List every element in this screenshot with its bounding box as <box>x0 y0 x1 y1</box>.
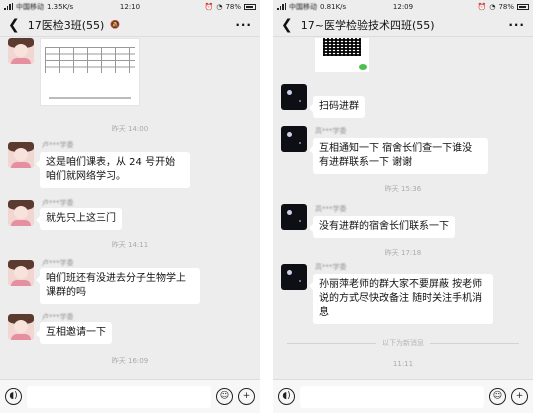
avatar[interactable] <box>8 260 34 286</box>
wechat-icon <box>359 64 367 70</box>
message-bubble[interactable]: 这是咱们课表，从 24 号开始咱们就网络学习。 <box>36 152 190 188</box>
timestamp: 11:11 <box>392 360 414 368</box>
emoji-icon[interactable]: ☺ <box>489 388 506 405</box>
avatar[interactable] <box>8 38 34 64</box>
sender-name: 高***学委 <box>315 263 347 271</box>
avatar[interactable] <box>8 314 34 340</box>
chat-header: ❮ 17~医学检验技术四班(55) ··· <box>273 13 533 37</box>
qr-code-image-message[interactable] <box>315 38 369 72</box>
carrier-label: 中国移动 <box>289 2 317 11</box>
battery-percent: 78% <box>498 2 514 11</box>
sender-name: 高***学委 <box>315 127 347 135</box>
wifi-icon: ◔ <box>216 2 223 11</box>
timestamp: 昨天 16:09 <box>111 357 149 365</box>
back-icon[interactable]: ❮ <box>281 18 293 32</box>
signal-icon <box>4 3 13 10</box>
back-icon[interactable]: ❮ <box>8 18 20 32</box>
network-speed: 1.35K/s <box>47 2 74 11</box>
timestamp: 昨天 17:18 <box>384 249 422 257</box>
avatar[interactable] <box>281 84 307 110</box>
timestamp: 昨天 14:00 <box>111 125 149 133</box>
status-bar: 中国移动 1.35K/s 12:10 ⏰ ◔ 78% <box>0 0 260 13</box>
message-bubble[interactable]: 扫码进群 <box>309 96 365 118</box>
message-bubble[interactable]: 咱们班还有没进去分子生物学上课群的吗 <box>36 268 200 304</box>
message-bubble[interactable]: 孙丽萍老师的群大家不要屏蔽 按老师说的方式尽快改备注 随时关注手机消息 <box>309 274 493 324</box>
timestamp: 昨天 14:11 <box>111 241 149 249</box>
timestamp: 昨天 15:36 <box>384 185 422 193</box>
voice-icon[interactable]: ◖) <box>5 388 22 405</box>
chat-header: ❮ 17医检3班(55) 🔕 ··· <box>0 13 260 37</box>
left-chat-screen: 中国移动 1.35K/s 12:10 ⏰ ◔ 78% ❮ 17医检3班(55) … <box>0 0 260 413</box>
new-messages-divider: 以下为新消息 <box>287 338 519 348</box>
right-chat-screen: 中国移动 0.81K/s 12:09 ⏰ ◔ 78% ❮ 17~医学检验技术四班… <box>273 0 533 413</box>
new-messages-label: 以下为新消息 <box>382 339 424 347</box>
chat-title: 17医检3班(55) <box>27 18 105 32</box>
battery-percent: 78% <box>225 2 241 11</box>
input-bar: ◖) ☺ + <box>273 379 533 413</box>
schedule-table-image <box>45 47 135 73</box>
sender-name: 高***学委 <box>315 205 347 213</box>
status-bar: 中国移动 0.81K/s 12:09 ⏰ ◔ 78% <box>273 0 533 13</box>
message-input[interactable] <box>300 385 484 408</box>
schedule-image-message[interactable] <box>40 38 140 106</box>
emoji-icon[interactable]: ☺ <box>216 388 233 405</box>
mute-icon: 🔕 <box>110 20 121 29</box>
avatar[interactable] <box>281 204 307 230</box>
message-bubble[interactable]: 没有进群的宿舍长们联系一下 <box>309 216 455 238</box>
alarm-icon: ⏰ <box>477 2 487 11</box>
sender-name: 卢***学委 <box>42 313 74 321</box>
message-bubble[interactable]: 就先只上这三门 <box>36 208 122 230</box>
schedule-caption <box>49 97 131 99</box>
signal-icon <box>277 3 286 10</box>
wifi-icon: ◔ <box>489 2 496 11</box>
message-list[interactable]: 昨天 14:00 卢***学委 这是咱们课表，从 24 号开始咱们就网络学习。 … <box>0 38 260 379</box>
qr-code-image <box>323 38 361 56</box>
message-bubble[interactable]: 互相邀请一下 <box>36 322 112 344</box>
more-icon[interactable]: ··· <box>508 18 525 32</box>
alarm-icon: ⏰ <box>204 2 214 11</box>
battery-icon <box>517 3 529 10</box>
chat-title: 17~医学检验技术四班(55) <box>300 18 435 32</box>
input-bar: ◖) ☺ + <box>0 379 260 413</box>
avatar[interactable] <box>281 264 307 290</box>
plus-icon[interactable]: + <box>238 388 255 405</box>
message-bubble[interactable]: 互相通知一下 宿舍长们查一下谁没有进群联系一下 谢谢 <box>309 138 488 174</box>
sender-name: 卢***学委 <box>42 199 74 207</box>
plus-icon[interactable]: + <box>511 388 528 405</box>
message-list[interactable]: 扫码进群 高***学委 互相通知一下 宿舍长们查一下谁没有进群联系一下 谢谢 昨… <box>273 38 533 379</box>
more-icon[interactable]: ··· <box>235 18 252 32</box>
sender-name: 卢***学委 <box>42 259 74 267</box>
sender-name: 卢***学委 <box>42 141 74 149</box>
avatar[interactable] <box>8 142 34 168</box>
carrier-label: 中国移动 <box>16 2 44 11</box>
battery-icon <box>244 3 256 10</box>
avatar[interactable] <box>8 200 34 226</box>
network-speed: 0.81K/s <box>320 2 347 11</box>
message-input[interactable] <box>27 385 211 408</box>
voice-icon[interactable]: ◖) <box>278 388 295 405</box>
avatar[interactable] <box>281 126 307 152</box>
